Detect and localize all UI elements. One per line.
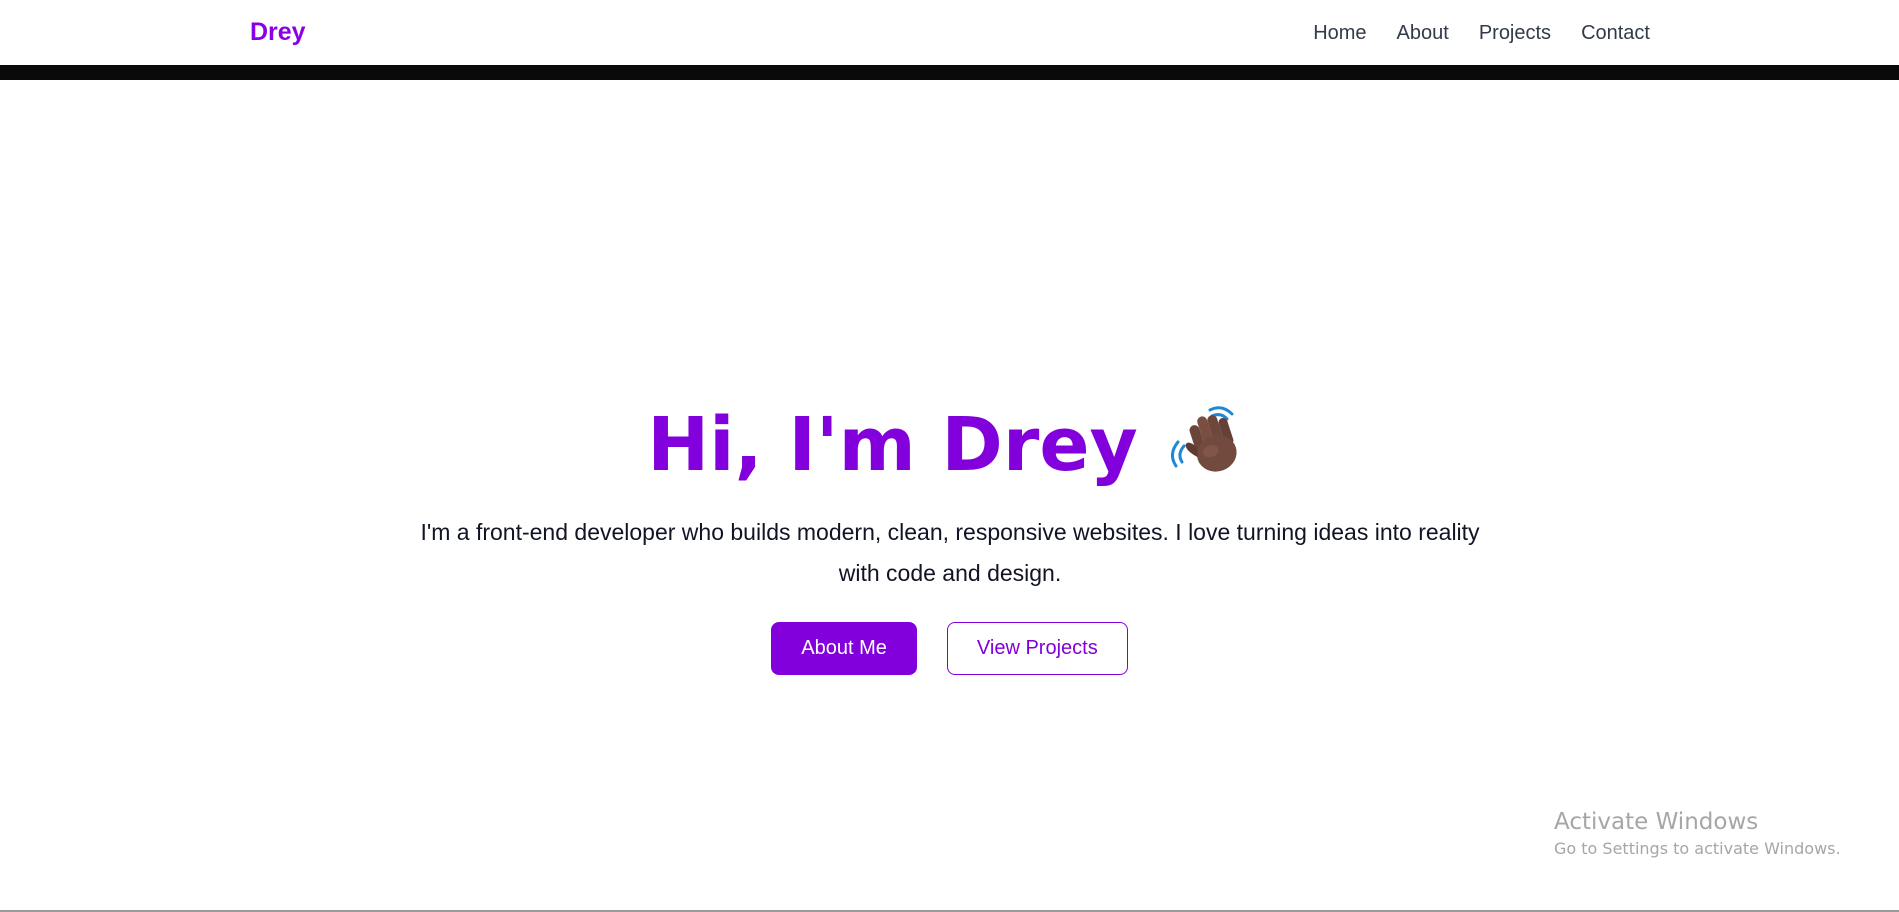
about-me-button[interactable]: About Me xyxy=(771,622,917,675)
nav-link-projects[interactable]: Projects xyxy=(1479,22,1551,44)
navbar-divider xyxy=(0,65,1899,80)
navbar: Drey Home About Projects Contact xyxy=(0,0,1899,65)
hero-title-text: Hi, I'm Drey xyxy=(647,402,1138,488)
hero-description: I'm a front-end developer who builds mod… xyxy=(420,519,1480,586)
nav-link-about[interactable]: About xyxy=(1397,22,1449,44)
nav-item-about: About xyxy=(1397,18,1449,48)
nav-item-projects: Projects xyxy=(1479,18,1551,48)
view-projects-button[interactable]: View Projects xyxy=(946,622,1128,675)
nav-item-home: Home xyxy=(1313,18,1366,48)
hero-title: Hi, I'm Drey xyxy=(0,400,1899,490)
nav-links: Home About Projects Contact xyxy=(1313,18,1650,48)
hero-buttons: About Me View Projects xyxy=(0,622,1899,675)
windows-activation-watermark: Activate Windows Go to Settings to activ… xyxy=(1554,806,1841,860)
hero-section: Hi, I'm Drey I'm a front-end developer w… xyxy=(0,80,1899,910)
brand-logo[interactable]: Drey xyxy=(250,16,306,48)
watermark-subtitle: Go to Settings to activate Windows. xyxy=(1554,839,1841,858)
watermark-title: Activate Windows xyxy=(1554,809,1759,835)
portfolio-page: Drey Home About Projects Contact Hi, I'm… xyxy=(0,0,1899,912)
waving-hand-icon xyxy=(1166,402,1252,482)
nav-link-contact[interactable]: Contact xyxy=(1581,22,1650,44)
nav-link-home[interactable]: Home xyxy=(1313,22,1366,44)
nav-item-contact: Contact xyxy=(1581,18,1650,48)
